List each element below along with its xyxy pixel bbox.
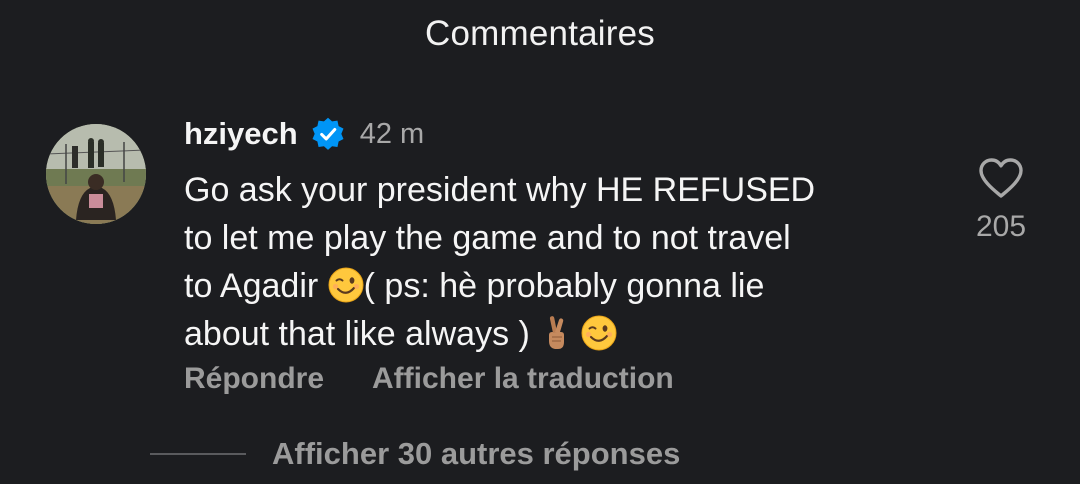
winking-face-emoji-icon <box>328 267 364 303</box>
view-more-replies-label[interactable]: Afficher 30 autres réponses <box>272 436 680 472</box>
comment-item: hziyech 42 m Go ask your president why H… <box>0 106 1080 406</box>
comment-meta: hziyech 42 m <box>184 114 424 154</box>
avatar[interactable] <box>46 124 146 224</box>
like-control: 205 <box>958 156 1044 244</box>
crossed-fingers-emoji-icon <box>539 315 575 351</box>
timestamp: 42 m <box>359 117 425 150</box>
verified-badge-icon <box>310 116 346 152</box>
comment-text: Go ask your president why HE REFUSED to … <box>184 166 944 358</box>
heart-icon[interactable] <box>977 156 1025 200</box>
username[interactable]: hziyech <box>184 116 298 152</box>
winking-face-emoji-icon <box>581 315 617 351</box>
reply-button[interactable]: Répondre <box>184 362 324 396</box>
avatar-photo <box>46 124 146 224</box>
replies-divider <box>150 453 246 455</box>
translate-button[interactable]: Afficher la traduction <box>372 362 674 396</box>
view-more-replies[interactable]: Afficher 30 autres réponses <box>150 432 680 476</box>
comments-header: Commentaires <box>0 0 1080 68</box>
like-count: 205 <box>975 210 1027 243</box>
comment-actions: Répondre Afficher la traduction <box>184 362 674 396</box>
page-title: Commentaires <box>425 14 655 53</box>
